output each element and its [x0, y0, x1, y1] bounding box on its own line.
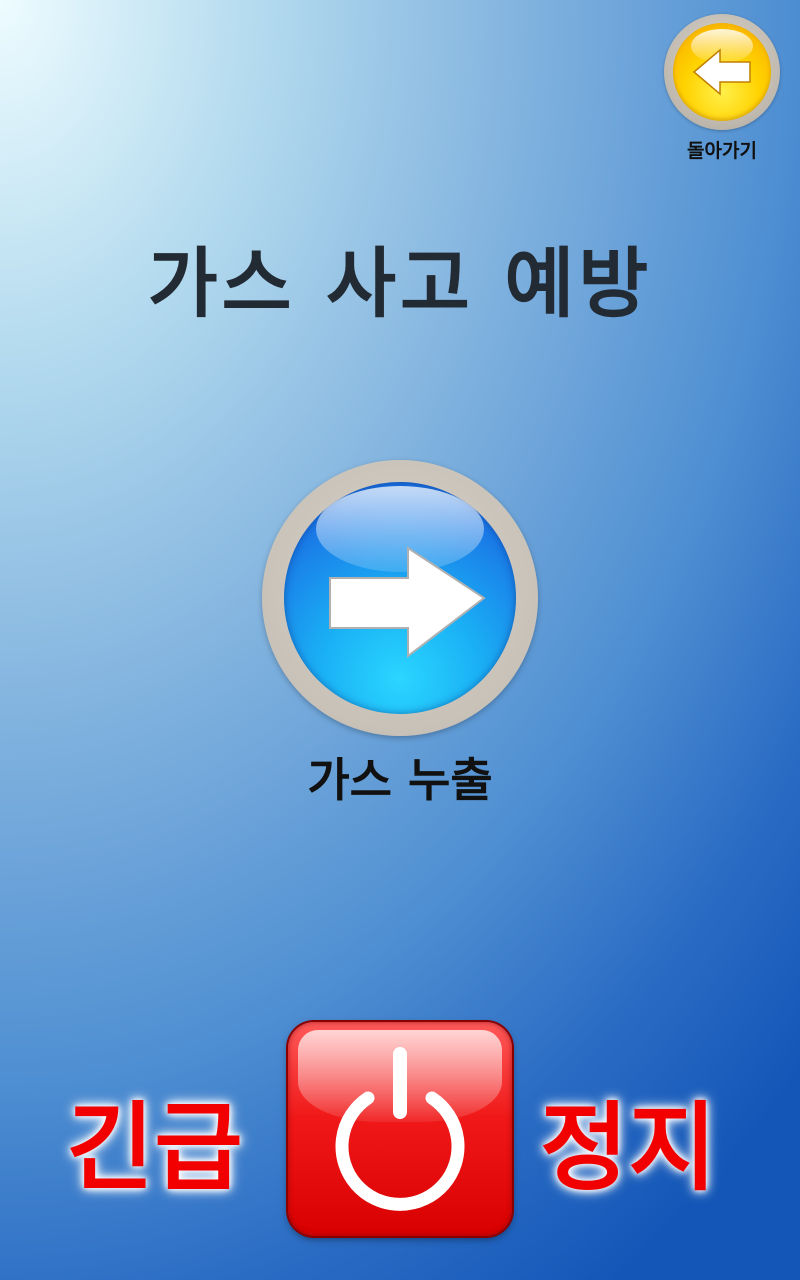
emergency-right-text: 정지 [540, 1092, 717, 1204]
emergency-stop-button[interactable] [288, 1022, 512, 1236]
gas-leak-label[interactable]: 가스 누출 [0, 744, 800, 810]
page-title: 가스 사고 예방 [147, 239, 653, 328]
back-button[interactable] [664, 14, 780, 130]
arrow-right-icon [329, 546, 486, 659]
back-label[interactable]: 돌아가기 [652, 136, 792, 163]
power-icon [335, 1047, 465, 1211]
arrow-left-icon [692, 48, 751, 96]
gas-leak-button[interactable] [262, 460, 538, 736]
emergency-left-text: 긴급 [66, 1092, 243, 1204]
